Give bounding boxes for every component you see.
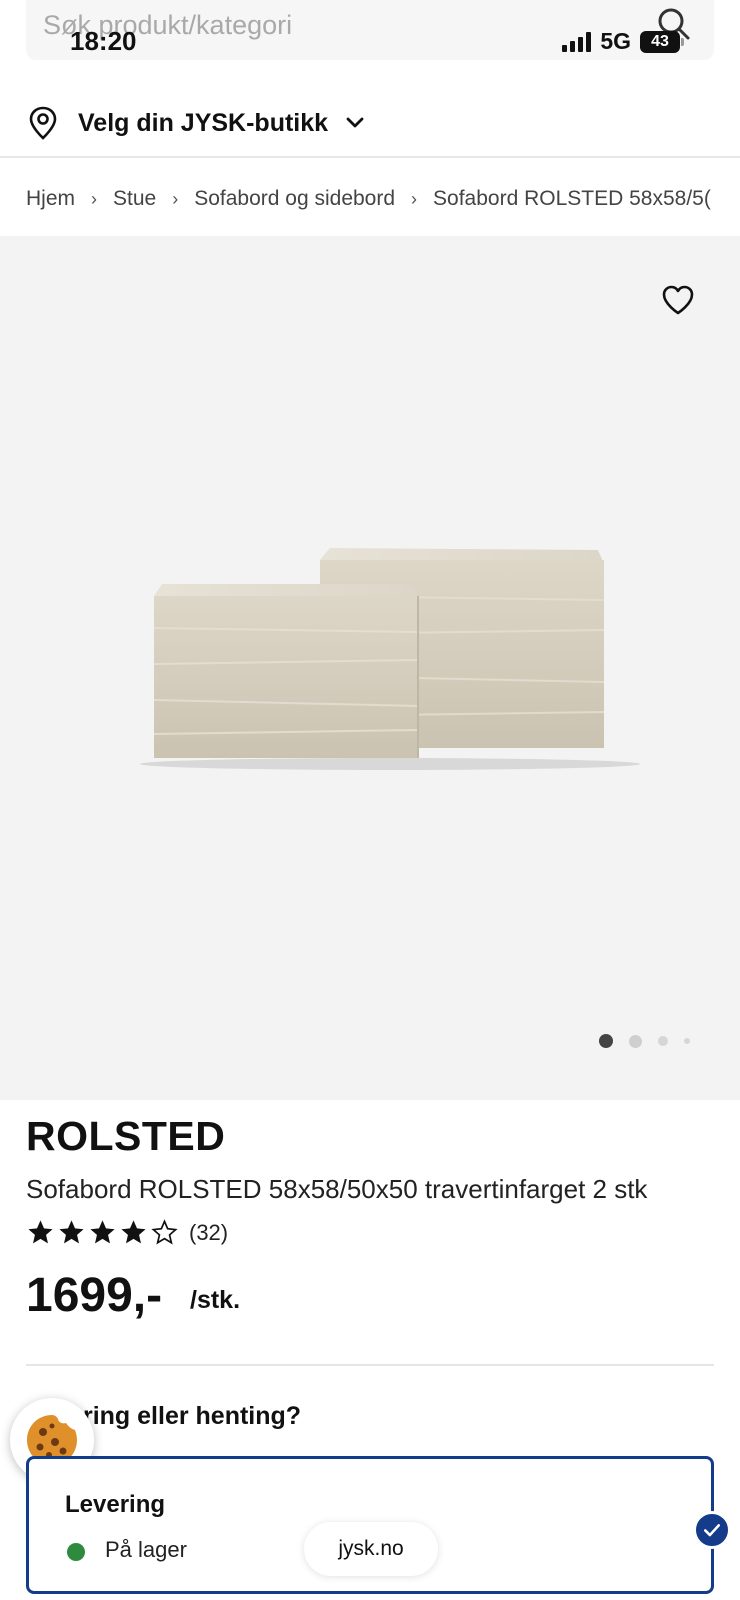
star-filled-icon <box>121 1220 146 1244</box>
check-icon <box>693 1511 731 1549</box>
divider <box>26 1364 714 1366</box>
product-image[interactable] <box>120 536 640 776</box>
breadcrumb: Hjem › Stue › Sofabord og sidebord › Sof… <box>26 182 714 216</box>
gallery-pagination[interactable] <box>599 1034 690 1048</box>
price-unit: /stk. <box>190 1286 241 1314</box>
chevron-right-icon: › <box>172 188 179 209</box>
breadcrumb-item-home[interactable]: Hjem <box>26 187 75 211</box>
chevron-right-icon: › <box>91 188 98 209</box>
product-gallery[interactable] <box>0 236 740 1100</box>
stock-status: På lager <box>105 1537 187 1562</box>
pagination-dot[interactable] <box>684 1038 690 1044</box>
status-time: 18:20 <box>70 26 137 56</box>
status-indicators: 5G 43 <box>562 28 684 55</box>
store-label[interactable]: Velg din JYSK-butikk <box>78 109 328 138</box>
product-name: Sofabord ROLSTED 58x58/50x50 travertinfa… <box>26 1174 648 1204</box>
star-filled-icon <box>90 1220 115 1244</box>
chevron-right-icon: › <box>411 188 418 209</box>
battery-icon: 43 <box>640 30 684 53</box>
heart-icon[interactable] <box>660 282 696 318</box>
browser-url-bar[interactable]: jysk.no <box>304 1522 438 1576</box>
star-empty-icon <box>151 1219 178 1245</box>
network-label: 5G <box>600 28 631 54</box>
pagination-dot[interactable] <box>629 1034 642 1048</box>
star-filled-icon <box>28 1220 53 1244</box>
location-pin-icon <box>29 106 57 140</box>
in-stock-indicator <box>67 1543 85 1561</box>
delivery-question-text: ring eller henting? <box>82 1402 302 1430</box>
signal-icon <box>562 31 592 52</box>
pagination-dot[interactable] <box>658 1036 668 1046</box>
pagination-dot-active[interactable] <box>599 1034 613 1048</box>
breadcrumb-item-stue[interactable]: Stue <box>113 187 156 211</box>
delivery-option-title: Levering <box>65 1491 166 1518</box>
star-filled-icon <box>59 1220 84 1244</box>
product-rating[interactable]: (32) <box>26 1218 228 1247</box>
review-count[interactable]: (32) <box>189 1220 228 1246</box>
product-price: 1699,- <box>26 1269 163 1322</box>
chevron-down-icon[interactable] <box>344 112 366 134</box>
breadcrumb-item-sofabord[interactable]: Sofabord og sidebord <box>194 187 395 211</box>
store-selector[interactable]: Velg din JYSK-butikk <box>0 90 740 158</box>
breadcrumb-item-current[interactable]: Sofabord ROLSTED 58x58/5( <box>433 187 711 211</box>
product-brand: ROLSTED <box>26 1113 226 1159</box>
